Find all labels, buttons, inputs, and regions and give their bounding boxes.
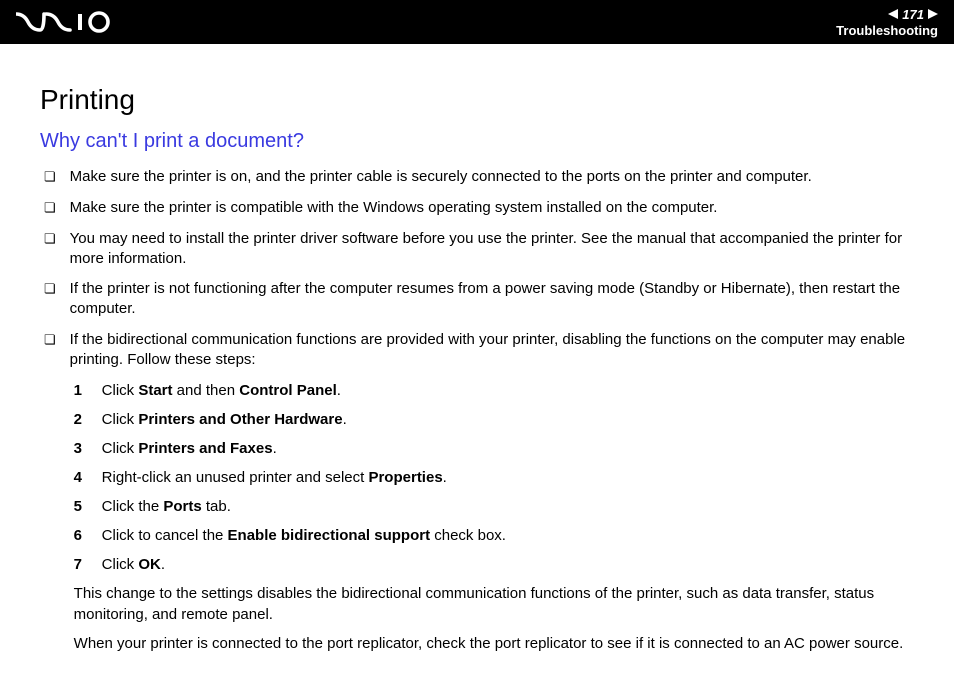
step-item: 5 Click the Ports tab. <box>74 496 918 517</box>
step-number: 7 <box>74 554 84 575</box>
step-text: Click the Ports tab. <box>102 496 918 517</box>
arrow-right-icon[interactable] <box>928 9 938 19</box>
step-text: Click OK. <box>102 554 918 575</box>
arrow-left-icon[interactable] <box>888 9 898 19</box>
steps-list: 1 Click Start and then Control Panel. 2 … <box>70 380 918 575</box>
bullet-text-with-steps: If the bidirectional communication funct… <box>70 330 918 663</box>
vaio-logo <box>16 11 112 33</box>
bullet-marker-icon: ❏ <box>44 279 56 320</box>
step-item: 2 Click Printers and Other Hardware. <box>74 409 918 430</box>
step-item: 1 Click Start and then Control Panel. <box>74 380 918 401</box>
step-item: 3 Click Printers and Faxes. <box>74 438 918 459</box>
step-number: 1 <box>74 380 84 401</box>
bullet-text: If the printer is not functioning after … <box>70 279 918 320</box>
step-item: 4 Right-click an unused printer and sele… <box>74 467 918 488</box>
note-text: This change to the settings disables the… <box>70 583 918 625</box>
page-indicator: 171 <box>836 7 938 22</box>
bullet-item: ❏ If the bidirectional communication fun… <box>44 330 918 663</box>
bullet-item: ❏ Make sure the printer is on, and the p… <box>44 167 918 188</box>
bullet-text: If the bidirectional communication funct… <box>70 331 905 368</box>
step-item: 7 Click OK. <box>74 554 918 575</box>
step-item: 6 Click to cancel the Enable bidirection… <box>74 525 918 546</box>
bullet-list: ❏ Make sure the printer is on, and the p… <box>40 167 918 662</box>
step-number: 2 <box>74 409 84 430</box>
breadcrumb: Troubleshooting <box>836 23 938 38</box>
bullet-item: ❏ Make sure the printer is compatible wi… <box>44 198 918 219</box>
note-text: When your printer is connected to the po… <box>70 633 918 654</box>
bullet-text: Make sure the printer is compatible with… <box>70 198 918 219</box>
step-text: Right-click an unused printer and select… <box>102 467 918 488</box>
page-header: 171 Troubleshooting <box>0 0 954 44</box>
step-number: 5 <box>74 496 84 517</box>
step-text: Click Printers and Other Hardware. <box>102 409 918 430</box>
step-number: 4 <box>74 467 84 488</box>
page-number: 171 <box>902 7 924 22</box>
bullet-item: ❏ You may need to install the printer dr… <box>44 229 918 270</box>
header-right: 171 Troubleshooting <box>836 7 938 38</box>
step-text: Click to cancel the Enable bidirectional… <box>102 525 918 546</box>
step-text: Click Start and then Control Panel. <box>102 380 918 401</box>
step-number: 6 <box>74 525 84 546</box>
content-area: Printing Why can't I print a document? ❏… <box>0 44 954 692</box>
section-title: Printing <box>40 84 918 116</box>
bullet-marker-icon: ❏ <box>44 330 56 663</box>
bullet-marker-icon: ❏ <box>44 167 56 188</box>
bullet-text: You may need to install the printer driv… <box>70 229 918 270</box>
bullet-marker-icon: ❏ <box>44 229 56 270</box>
bullet-text: Make sure the printer is on, and the pri… <box>70 167 918 188</box>
bullet-item: ❏ If the printer is not functioning afte… <box>44 279 918 320</box>
step-number: 3 <box>74 438 84 459</box>
step-text: Click Printers and Faxes. <box>102 438 918 459</box>
bullet-marker-icon: ❏ <box>44 198 56 219</box>
subheading: Why can't I print a document? <box>40 130 918 153</box>
